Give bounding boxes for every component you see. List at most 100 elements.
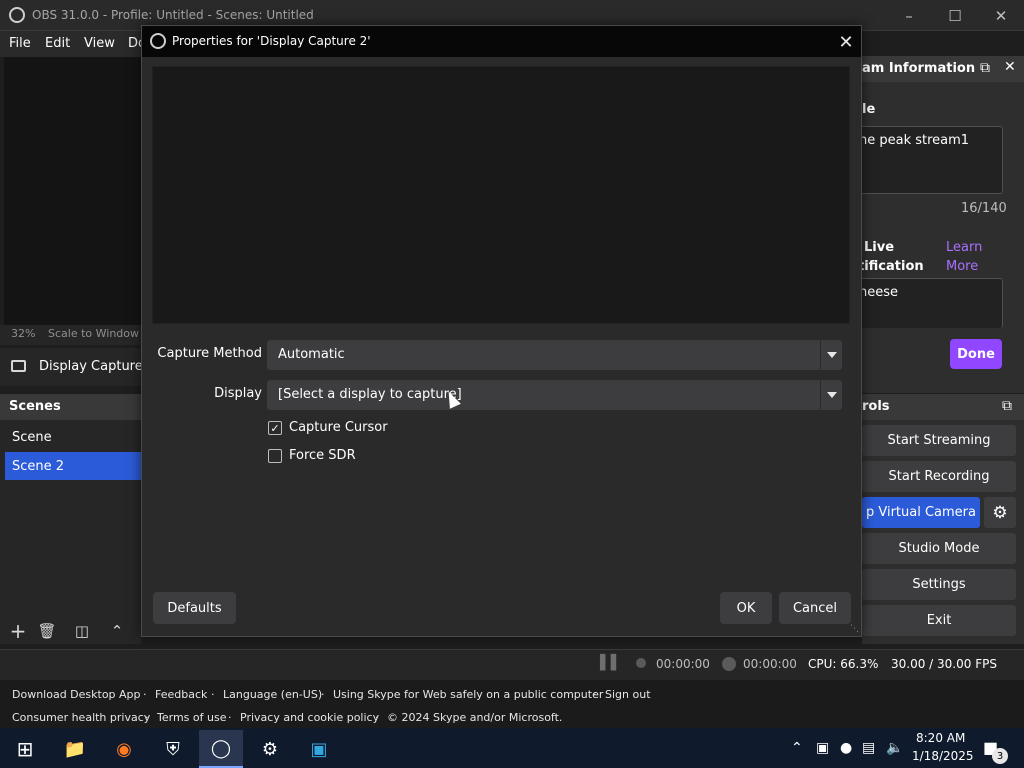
skype-app-icon[interactable]: ▣ xyxy=(297,730,341,768)
selected-source-name[interactable]: Display Capture 2 xyxy=(39,359,155,374)
learn-more-link[interactable]: Learn xyxy=(946,240,982,255)
add-icon[interactable]: + xyxy=(7,619,29,643)
controls-header-label: rols xyxy=(862,399,890,414)
scale-mode[interactable]: Scale to Window xyxy=(48,327,139,340)
display-value: [Select a display to capture] xyxy=(278,387,462,402)
gear-icon[interactable]: ⚙ xyxy=(984,497,1016,528)
network-icon[interactable]: ▤ xyxy=(862,740,875,756)
filter-icon[interactable]: ◫ xyxy=(71,620,93,642)
undock-icon[interactable]: ⧉ xyxy=(980,60,990,76)
exit-button[interactable]: Exit xyxy=(862,605,1016,636)
go-live-notification-input[interactable]: heese xyxy=(850,278,1003,328)
start-recording-button[interactable]: Start Recording xyxy=(862,461,1016,492)
capture-cursor-checkbox[interactable]: ✓ xyxy=(268,421,282,435)
record-time: 00:00:00 xyxy=(743,657,797,671)
taskbar-time[interactable]: 8:20 AM xyxy=(916,731,965,745)
scene-item-active[interactable]: Scene 2 xyxy=(5,452,141,480)
cpu-usage: CPU: 66.3% xyxy=(808,657,879,671)
safety-link[interactable]: Using Skype for Web safely on a public c… xyxy=(333,688,603,701)
chevron-down-icon[interactable] xyxy=(820,340,842,370)
chevron-down-icon[interactable] xyxy=(820,380,842,410)
preview-canvas[interactable] xyxy=(4,57,141,325)
obs-taskbar-icon[interactable]: ◯ xyxy=(199,730,243,768)
menu-view[interactable]: View xyxy=(84,36,115,51)
settings-button[interactable]: Settings xyxy=(862,569,1016,600)
obs-logo-icon xyxy=(9,7,25,23)
close-window-icon[interactable]: ✕ xyxy=(978,0,1024,31)
capture-cursor-label[interactable]: Capture Cursor xyxy=(289,420,388,435)
done-button[interactable]: Done xyxy=(950,339,1002,369)
sign-out-link[interactable]: Sign out xyxy=(605,688,651,701)
feedback-link[interactable]: Feedback xyxy=(155,688,207,701)
stream-time: 00:00:00 xyxy=(656,657,710,671)
scene-item[interactable]: Scene xyxy=(5,423,141,451)
chevron-up-icon[interactable]: ⌃ xyxy=(791,740,803,756)
display-select[interactable]: [Select a display to capture] xyxy=(267,380,842,410)
windows-start-icon[interactable]: ⊞ xyxy=(3,730,47,768)
properties-dialog: Properties for 'Display Capture 2' ✕ Cap… xyxy=(141,25,862,637)
undock-icon[interactable]: ⧉ xyxy=(1002,398,1012,414)
live-label-line1: Live xyxy=(864,240,895,255)
force-sdr-label[interactable]: Force SDR xyxy=(289,448,356,463)
force-sdr-checkbox[interactable] xyxy=(268,449,282,463)
source-preview xyxy=(152,66,850,324)
menu-edit[interactable]: Edit xyxy=(45,36,70,51)
shield-icon[interactable]: ⛨ xyxy=(151,730,195,768)
controls-header: rols ⧉ xyxy=(862,394,1024,420)
health-privacy-link[interactable]: Consumer health privacy xyxy=(12,711,150,724)
notification-value: heese xyxy=(859,285,899,300)
volume-icon[interactable]: 🔈 xyxy=(886,740,903,756)
gear-icon[interactable]: ⚙ xyxy=(248,730,292,768)
footer-separator: · xyxy=(321,688,325,701)
capture-method-label: Capture Method xyxy=(157,346,262,361)
language-link[interactable]: Language (en-US) xyxy=(223,688,322,701)
virtual-camera-button[interactable]: p Virtual Camera xyxy=(862,497,980,528)
studio-mode-button[interactable]: Studio Mode xyxy=(862,533,1016,564)
scenes-dock-header: Scenes xyxy=(0,394,141,420)
obs-logo-icon xyxy=(150,33,166,49)
copyright: © 2024 Skype and/or Microsoft. xyxy=(387,711,563,724)
cancel-button[interactable]: Cancel xyxy=(779,592,851,624)
stream-status-icon xyxy=(636,658,646,668)
resize-grip-icon[interactable]: ⋱ xyxy=(850,624,859,634)
stream-info-header: am Information ⧉ ✕ xyxy=(862,56,1024,82)
taskbar-date[interactable]: 1/18/2025 xyxy=(912,749,974,763)
trash-icon[interactable]: 🗑 xyxy=(36,620,58,642)
stream-info-title: am Information xyxy=(862,61,976,76)
dialog-title: Properties for 'Display Capture 2' xyxy=(172,34,371,48)
microphone-icon[interactable]: ● xyxy=(840,740,852,756)
display-label: Display xyxy=(214,386,262,401)
start-streaming-button[interactable]: Start Streaming xyxy=(862,425,1016,456)
capture-method-select[interactable]: Automatic xyxy=(267,340,842,370)
ok-button[interactable]: OK xyxy=(720,592,772,624)
minimize-icon[interactable]: – xyxy=(886,0,932,31)
notification-count-badge: 3 xyxy=(992,748,1008,764)
stream-title-input[interactable]: ne peak stream1 xyxy=(850,126,1003,194)
fps-readout: 30.00 / 30.00 FPS xyxy=(891,657,997,671)
capture-method-value: Automatic xyxy=(278,347,345,362)
close-dock-icon[interactable]: ✕ xyxy=(1004,59,1016,75)
move-up-icon[interactable]: ⌃ xyxy=(106,620,128,642)
close-icon[interactable]: ✕ xyxy=(832,28,860,56)
defaults-button[interactable]: Defaults xyxy=(153,592,236,624)
dialog-titlebar: Properties for 'Display Capture 2' ✕ xyxy=(142,26,861,57)
footer-separator: · xyxy=(145,711,149,724)
learn-more-link-line2[interactable]: More xyxy=(946,259,978,274)
file-explorer-icon[interactable]: 📁 xyxy=(53,730,97,768)
firefox-icon[interactable]: ◉ xyxy=(102,730,146,768)
footer-separator: · xyxy=(375,711,379,724)
footer-separator: · xyxy=(211,688,215,701)
live-label-line2: tification xyxy=(858,259,924,274)
footer-separator: · xyxy=(228,711,232,724)
obs-window-title: OBS 31.0.0 - Profile: Untitled - Scenes:… xyxy=(32,8,314,22)
meet-now-icon[interactable]: ▣ xyxy=(816,740,829,756)
footer-separator: · xyxy=(593,688,597,701)
menu-file[interactable]: File xyxy=(9,36,31,51)
maximize-icon[interactable]: ☐ xyxy=(932,0,978,31)
signal-bars-icon: ▌▌ xyxy=(600,655,622,671)
privacy-link[interactable]: Privacy and cookie policy xyxy=(240,711,379,724)
char-counter: 16/140 xyxy=(961,201,1007,216)
terms-link[interactable]: Terms of use xyxy=(157,711,226,724)
zoom-level: 32% xyxy=(11,327,36,340)
download-desktop-app-link[interactable]: Download Desktop App xyxy=(12,688,141,701)
